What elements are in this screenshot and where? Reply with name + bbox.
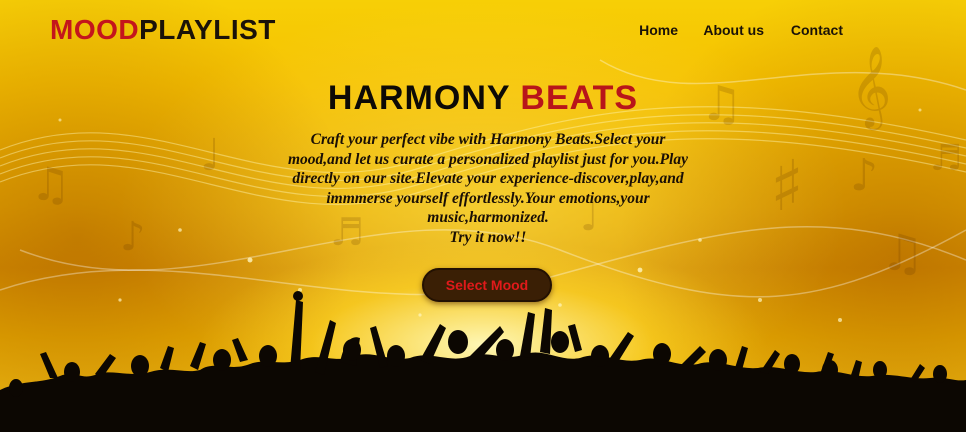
svg-text:♫: ♫ bbox=[30, 157, 71, 211]
hero-title: HARMONY BEATS bbox=[0, 78, 966, 118]
hero-description-text: Craft your perfect vibe with Harmony Bea… bbox=[287, 131, 688, 226]
nav-home-link[interactable]: Home bbox=[639, 20, 678, 40]
select-mood-button[interactable]: Select Mood bbox=[422, 268, 552, 302]
brand-logo-playlist: PLAYLIST bbox=[139, 14, 276, 45]
hero-description: Craft your perfect vibe with Harmony Bea… bbox=[283, 130, 693, 247]
hero-title-beats: BEATS bbox=[520, 79, 639, 117]
hero-cta-text: Try it now!! bbox=[449, 228, 527, 246]
nav-about-link[interactable]: About us bbox=[703, 20, 764, 40]
hero-section: ♫ ♪ ♩ ♬ ♫ ♯ ♪ ♫ 𝄞 ♩ ♬ MOODPLAYLIST Home … bbox=[0, 0, 966, 432]
svg-text:♪: ♪ bbox=[120, 214, 146, 260]
crowd-silhouette-icon bbox=[0, 291, 966, 432]
hero-title-harmony: HARMONY bbox=[327, 79, 510, 117]
svg-text:♪: ♪ bbox=[850, 150, 878, 201]
brand-logo-mood: MOOD bbox=[50, 14, 140, 45]
svg-text:♯: ♯ bbox=[770, 145, 804, 227]
nav-contact-link[interactable]: Contact bbox=[791, 20, 843, 40]
brand-logo[interactable]: MOODPLAYLIST bbox=[50, 13, 276, 47]
svg-text:♬: ♬ bbox=[930, 138, 962, 179]
svg-text:♩: ♩ bbox=[200, 130, 221, 181]
svg-text:♫: ♫ bbox=[880, 224, 925, 282]
